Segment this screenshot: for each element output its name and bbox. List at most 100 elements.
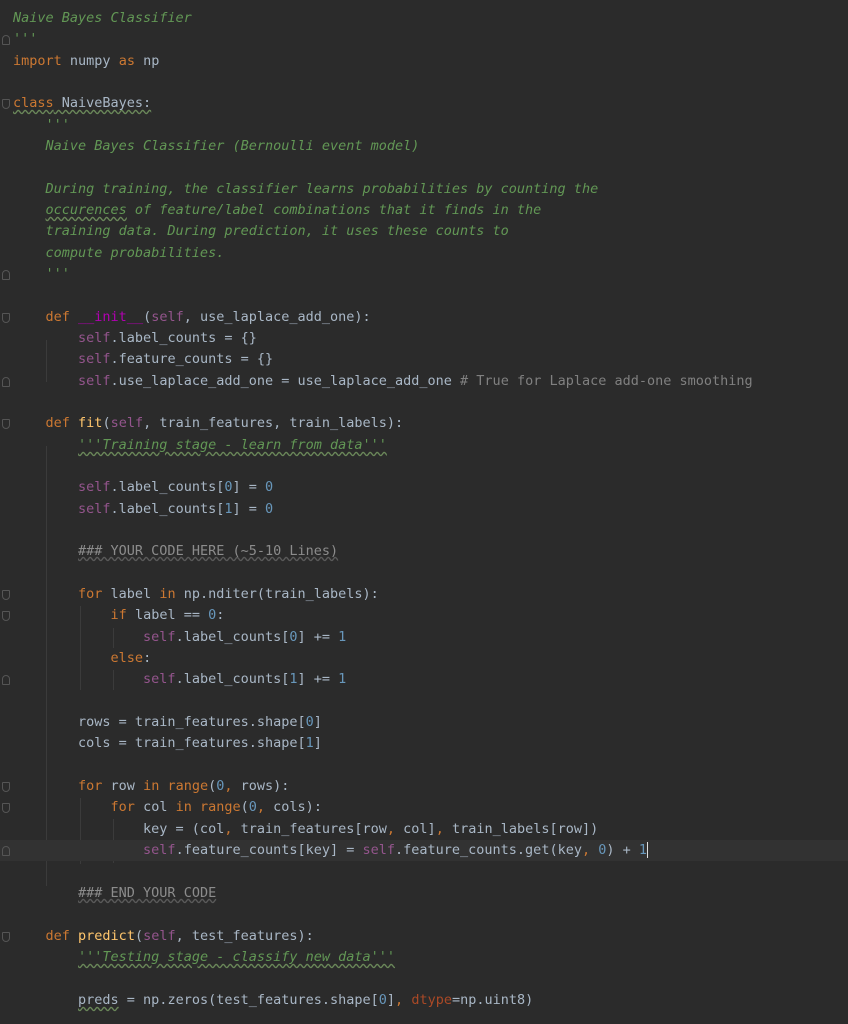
statement: ] += <box>297 629 339 645</box>
fold-end-icon[interactable] <box>2 846 10 856</box>
statement: .label_counts = {} <box>110 330 257 346</box>
punctuation: , <box>386 821 396 837</box>
self-keyword: self <box>151 309 184 325</box>
fold-start-icon[interactable] <box>2 611 10 621</box>
docstring-text: compute probabilities. <box>13 245 225 261</box>
code-line[interactable]: self.label_counts[1] = 0 <box>0 499 848 520</box>
fold-start-icon[interactable] <box>2 590 10 600</box>
code-line[interactable]: training data. During prediction, it use… <box>0 221 848 242</box>
code-line[interactable]: '''Training stage - learn from data''' <box>0 435 848 456</box>
fold-start-icon[interactable] <box>2 99 10 109</box>
keyword: in <box>143 778 160 794</box>
fold-end-icon[interactable] <box>2 270 10 280</box>
self-keyword: self <box>78 330 111 346</box>
docstring-text: training data. During prediction, it use… <box>13 223 509 239</box>
code-line[interactable]: def predict(self, test_features): <box>0 926 848 947</box>
number: 1 <box>638 842 648 858</box>
code-line[interactable]: Naive Bayes Classifier (Bernoulli event … <box>0 136 848 157</box>
code-line[interactable]: def __init__(self, use_laplace_add_one): <box>0 307 848 328</box>
fold-end-icon[interactable] <box>2 377 10 387</box>
self-keyword: self <box>143 629 176 645</box>
code-line[interactable]: compute probabilities. <box>0 243 848 264</box>
self-keyword: self <box>143 928 176 944</box>
statement: ] = <box>232 479 265 495</box>
code-line[interactable]: self.label_counts[1] += 1 <box>0 669 848 690</box>
punctuation: , <box>435 821 444 837</box>
number: 1 <box>338 671 347 687</box>
code-line[interactable]: ''' <box>0 29 848 50</box>
code-line[interactable]: occurences of feature/label combinations… <box>0 200 848 221</box>
fold-start-icon[interactable] <box>2 313 10 323</box>
docstring-text: During training, the classifier learns p… <box>13 181 599 197</box>
punctuation: , <box>395 992 404 1008</box>
code-line[interactable]: rows = train_features.shape[0] <box>0 712 848 733</box>
docstring-text: of feature/label combinations that it fi… <box>126 202 542 218</box>
number: 0 <box>248 799 257 815</box>
code-line[interactable]: import numpy as np <box>0 51 848 72</box>
number: 1 <box>289 671 298 687</box>
code-line[interactable]: ### END YOUR CODE <box>0 883 848 904</box>
comment: ### END YOUR CODE <box>78 885 217 901</box>
code-line[interactable]: cols = train_features.shape[1] <box>0 733 848 754</box>
code-line[interactable]: self.use_laplace_add_one = use_laplace_a… <box>0 371 848 392</box>
fold-start-icon[interactable] <box>2 932 10 942</box>
docstring-quotes: ''' <box>13 266 70 282</box>
keyword: in <box>159 586 176 602</box>
function-name: __init__ <box>78 309 144 325</box>
text-caret <box>647 842 649 858</box>
spelling-warning: occurences <box>45 202 127 218</box>
docstring-text <box>13 202 46 218</box>
statement: train_features[row <box>232 821 387 837</box>
statement: .label_counts[ <box>175 629 290 645</box>
code-line[interactable]: preds = np.zeros(test_features.shape[0],… <box>0 990 848 1011</box>
current-line[interactable]: self.feature_counts[key] = self.feature_… <box>0 840 848 862</box>
code-line[interactable]: for row in range(0, rows): <box>0 776 848 797</box>
fold-start-icon[interactable] <box>2 782 10 792</box>
statement: cols): <box>265 799 322 815</box>
fold-start-icon[interactable] <box>2 803 10 813</box>
punctuation: ( <box>240 799 249 815</box>
code-line[interactable]: ### YOUR CODE HERE (~5-10 Lines) <box>0 541 848 562</box>
statement: .use_laplace_add_one = use_laplace_add_o… <box>110 373 452 389</box>
docstring-text: Naive Bayes Classifier <box>13 10 192 26</box>
code-line[interactable]: else: <box>0 648 848 669</box>
code-line[interactable]: self.label_counts[0] = 0 <box>0 477 848 498</box>
fold-end-icon[interactable] <box>2 675 10 685</box>
code-line[interactable]: class NaiveBayes: <box>0 93 848 114</box>
code-line[interactable]: def fit(self, train_features, train_labe… <box>0 413 848 434</box>
code-line[interactable]: for label in np.nditer(train_labels): <box>0 584 848 605</box>
docstring-quotes: ''' <box>13 117 70 133</box>
number: 0 <box>289 629 298 645</box>
code-line[interactable]: self.feature_counts = {} <box>0 349 848 370</box>
fold-end-icon[interactable] <box>2 35 10 45</box>
keyword: for <box>110 799 135 815</box>
code-line[interactable]: '''Testing stage - classify new data''' <box>0 947 848 968</box>
code-line[interactable]: During training, the classifier learns p… <box>0 179 848 200</box>
code-line[interactable]: Naive Bayes Classifier <box>0 8 848 29</box>
code-editor[interactable]: Naive Bayes Classifier ''' import numpy … <box>0 0 848 1024</box>
punctuation: , <box>256 799 266 815</box>
comment: ### YOUR CODE HERE (~5-10 Lines) <box>78 543 339 559</box>
punctuation: ] <box>313 735 322 751</box>
statement: ] += <box>297 671 339 687</box>
code-line[interactable]: for col in range(0, cols): <box>0 797 848 818</box>
statement: .feature_counts.get(key <box>395 842 582 858</box>
code-line[interactable]: if label == 0: <box>0 605 848 626</box>
code-line[interactable]: ''' <box>0 264 848 285</box>
statement: ] = <box>232 501 265 517</box>
code-line[interactable]: self.label_counts = {} <box>0 328 848 349</box>
fold-start-icon[interactable] <box>2 419 10 429</box>
statement: label == <box>126 607 209 623</box>
code-line[interactable]: self.label_counts[0] += 1 <box>0 627 848 648</box>
code-line[interactable]: ''' <box>0 115 848 136</box>
code-line[interactable]: key = (col, train_features[row, col], tr… <box>0 819 848 840</box>
number: 0 <box>265 501 274 517</box>
